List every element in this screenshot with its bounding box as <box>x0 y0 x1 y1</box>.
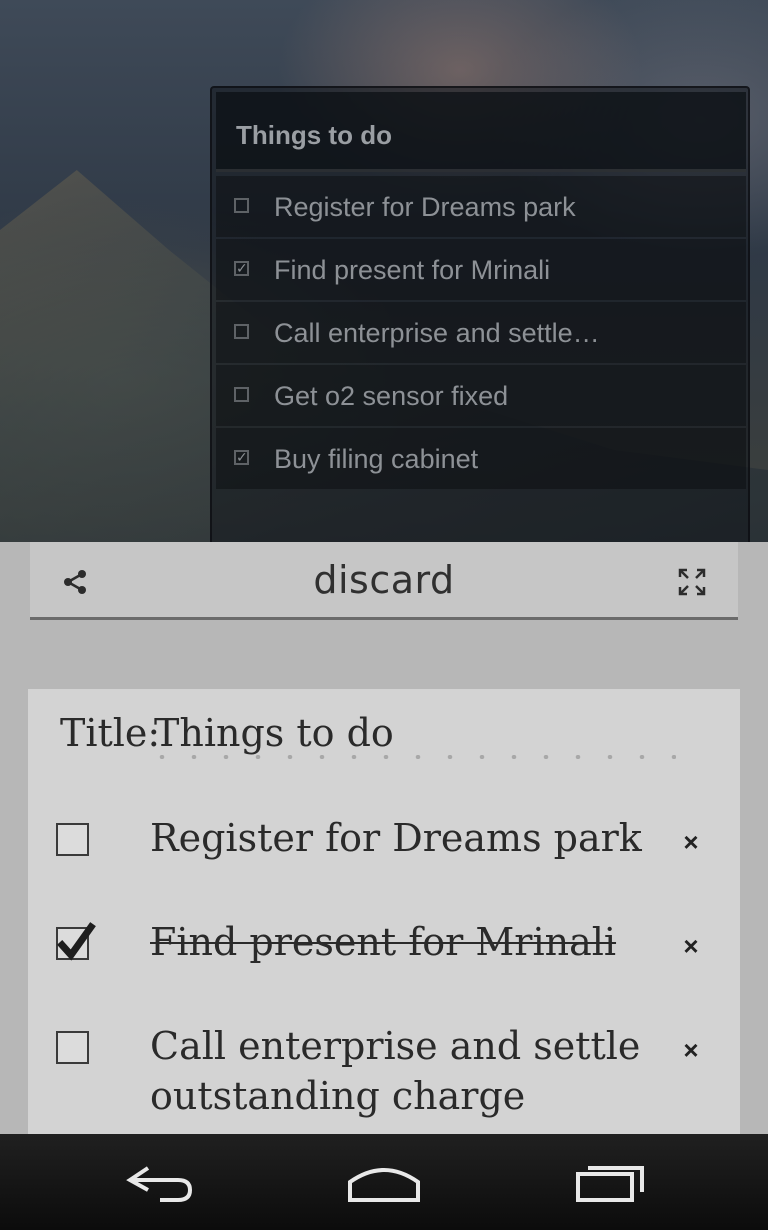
widget-header: Things to do <box>216 92 746 172</box>
recents-icon[interactable] <box>570 1160 650 1204</box>
widget-item[interactable]: Get o2 sensor fixed <box>216 365 746 426</box>
check-icon: ✓ <box>236 449 248 465</box>
check-icon: ✓ <box>236 260 248 276</box>
back-icon[interactable] <box>120 1160 200 1204</box>
widget-title: Things to do <box>236 120 392 150</box>
note-card: Title: Things to do Register for Dreams … <box>28 689 740 1134</box>
widget-item-label: Find present for Mrinali <box>274 255 551 285</box>
todo-text[interactable]: Register for Dreams park <box>150 813 650 863</box>
todo-widget[interactable]: Things to do Register for Dreams park ✓ … <box>210 86 750 556</box>
title-label: Title: <box>60 711 161 755</box>
widget-item-label: Register for Dreams park <box>274 192 576 222</box>
todo-text[interactable]: Find present for Mrinali <box>150 917 650 967</box>
widget-list: Register for Dreams park ✓ Find present … <box>216 176 746 491</box>
widget-item-label: Get o2 sensor fixed <box>274 381 509 411</box>
widget-item-label: Buy filing cabinet <box>274 444 479 474</box>
todo-checkbox[interactable] <box>56 1031 89 1064</box>
todo-checkbox[interactable] <box>56 922 96 961</box>
widget-checkbox[interactable] <box>234 198 249 213</box>
widget-item[interactable]: Register for Dreams park <box>216 176 746 237</box>
remove-icon[interactable]: × <box>680 829 702 855</box>
editor-panel: discard Title: Things to do Register for… <box>0 542 768 1134</box>
expand-icon[interactable] <box>676 566 708 598</box>
todo-text[interactable]: Call enterprise and settle outstanding c… <box>150 1021 650 1121</box>
widget-item[interactable]: ✓ Buy filing cabinet <box>216 428 746 489</box>
discard-button[interactable]: discard <box>30 558 738 602</box>
remove-icon[interactable]: × <box>680 1037 702 1063</box>
editor-toolbar: discard <box>30 542 738 620</box>
navigation-bar <box>0 1134 768 1230</box>
widget-checkbox[interactable] <box>234 324 249 339</box>
title-underline <box>146 755 676 759</box>
widget-checkbox[interactable]: ✓ <box>234 261 249 276</box>
check-icon <box>57 922 96 961</box>
home-icon[interactable] <box>344 1160 424 1204</box>
widget-item-label: Call enterprise and settle… <box>274 318 600 348</box>
widget-checkbox[interactable]: ✓ <box>234 450 249 465</box>
widget-checkbox[interactable] <box>234 387 249 402</box>
widget-item[interactable]: Call enterprise and settle… <box>216 302 746 363</box>
remove-icon[interactable]: × <box>680 933 702 959</box>
todo-checkbox[interactable] <box>56 823 89 856</box>
widget-item[interactable]: ✓ Find present for Mrinali <box>216 239 746 300</box>
